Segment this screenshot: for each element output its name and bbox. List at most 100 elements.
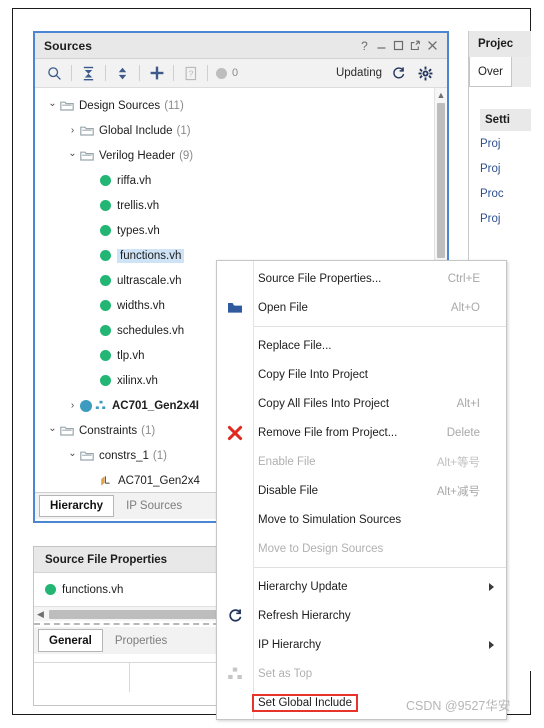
- toolbar-divider: [71, 65, 72, 81]
- tree-item-count: (11): [164, 99, 184, 112]
- tree-item-label: AC701_Gen2x4: [118, 474, 200, 487]
- svg-text:?: ?: [188, 68, 193, 78]
- menu-item-label: Hierarchy Update: [258, 580, 348, 593]
- refresh-icon[interactable]: [385, 62, 412, 85]
- properties-file-row[interactable]: functions.vh: [34, 573, 229, 606]
- menu-item-label: Enable File: [258, 455, 316, 468]
- hscrollbar-thumb[interactable]: [49, 610, 227, 619]
- scroll-left-arrow-icon[interactable]: ◀: [34, 609, 47, 620]
- tree-item-label: Global Include: [99, 124, 173, 137]
- collapse-all-icon[interactable]: [75, 62, 102, 85]
- refresh-icon: [217, 608, 253, 624]
- menu-item-move-to-design-sources: Move to Design Sources: [217, 534, 506, 563]
- file-status-dot-icon: [100, 350, 111, 361]
- menu-item-label: Disable File: [258, 484, 319, 497]
- tab-hierarchy[interactable]: Hierarchy: [39, 495, 115, 517]
- chevron-down-icon[interactable]: ⌄: [65, 448, 80, 459]
- toolbar-divider: [207, 65, 208, 81]
- menu-item-refresh-hierarchy[interactable]: Refresh Hierarchy: [217, 601, 506, 630]
- summary-line[interactable]: Proj: [469, 206, 531, 231]
- scroll-up-arrow-icon[interactable]: ▲: [435, 88, 447, 101]
- chevron-down-icon[interactable]: ⌄: [65, 148, 80, 159]
- search-icon[interactable]: [41, 62, 68, 85]
- summary-line[interactable]: Proj: [469, 156, 531, 181]
- menu-item-enable-file: Enable File Alt+等号: [217, 447, 506, 476]
- menu-item-copy-all-files-into-project[interactable]: Copy All Files Into Project Alt+I: [217, 389, 506, 418]
- tree-item[interactable]: riffa.vh: [35, 168, 434, 193]
- maximize-icon[interactable]: [390, 37, 407, 55]
- menu-item-copy-file-into-project[interactable]: Copy File Into Project: [217, 360, 506, 389]
- tree-item-label: widths.vh: [117, 299, 165, 312]
- chevron-right-icon[interactable]: ›: [65, 125, 80, 136]
- menu-item-move-to-simulation-sources[interactable]: Move to Simulation Sources: [217, 505, 506, 534]
- tree-item-label: trellis.vh: [117, 199, 160, 212]
- minimize-icon[interactable]: [373, 37, 390, 55]
- menu-item-disable-file[interactable]: Disable File Alt+减号: [217, 476, 506, 505]
- open-folder-icon: [217, 300, 253, 316]
- tree-item-label: schedules.vh: [117, 324, 185, 337]
- scrollbar-thumb[interactable]: [437, 103, 445, 258]
- submenu-arrow-icon: [489, 582, 494, 591]
- file-status-dot-icon: [100, 200, 111, 211]
- tree-item-label: xilinx.vh: [117, 374, 158, 387]
- properties-grid-col-name: [34, 663, 130, 692]
- tab-overview[interactable]: Over: [469, 57, 512, 87]
- panel-splitter[interactable]: [34, 623, 229, 625]
- add-sources-icon[interactable]: [143, 62, 170, 85]
- tab-ip-sources[interactable]: IP Sources: [116, 493, 192, 519]
- expand-collapse-icon[interactable]: [109, 62, 136, 85]
- toolbar-divider: [105, 65, 106, 81]
- menu-item-ip-hierarchy[interactable]: IP Hierarchy: [217, 630, 506, 659]
- menu-item-set-as-top: Set as Top: [217, 659, 506, 688]
- file-status-dot-icon: [100, 325, 111, 336]
- tree-item-label: Constraints: [79, 424, 138, 437]
- float-icon[interactable]: [407, 37, 424, 55]
- constraint-file-icon: [100, 475, 113, 487]
- chevron-down-icon[interactable]: ⌄: [45, 423, 60, 434]
- menu-item-source-file-properties[interactable]: Source File Properties... Ctrl+E: [217, 264, 506, 293]
- toolbar-divider: [139, 65, 140, 81]
- sources-toolbar: ? 0 Updating: [35, 59, 447, 88]
- menu-item-label: Set Global Include: [252, 693, 358, 712]
- menu-item-hierarchy-update[interactable]: Hierarchy Update: [217, 572, 506, 601]
- module-icon: [95, 400, 107, 412]
- issue-count: 0: [232, 67, 239, 79]
- chevron-right-icon[interactable]: ›: [65, 400, 80, 411]
- tree-item-label: tlp.vh: [117, 349, 145, 362]
- gear-icon[interactable]: [412, 62, 439, 85]
- file-status-dot-icon: [100, 375, 111, 386]
- menu-item-open-file[interactable]: Open File Alt+O: [217, 293, 506, 322]
- tree-item[interactable]: trellis.vh: [35, 193, 434, 218]
- summary-line[interactable]: Proj: [469, 131, 531, 156]
- source-file-properties-window: Source File Properties functions.vh ◀ Ge…: [33, 546, 230, 706]
- help-icon[interactable]: ?: [356, 37, 373, 55]
- menu-item-label: Move to Design Sources: [258, 542, 384, 555]
- properties-file-name: functions.vh: [62, 583, 124, 596]
- menu-separator: [253, 326, 506, 327]
- menu-item-label: Copy All Files Into Project: [258, 397, 390, 410]
- tree-item[interactable]: › Global Include (1): [35, 118, 434, 143]
- module-status-dot-icon: [80, 399, 92, 412]
- properties-horizontal-scrollbar[interactable]: ◀: [34, 606, 229, 621]
- source-file-context-menu[interactable]: Source File Properties... Ctrl+E Open File…: [216, 260, 507, 720]
- tree-item[interactable]: ⌄ Verilog Header (9): [35, 143, 434, 168]
- set-as-top-icon: [217, 666, 253, 682]
- screenshot-root: Projec Over Setti Proj Proj Proc Proj So…: [0, 0, 544, 728]
- chevron-down-icon[interactable]: ⌄: [45, 98, 60, 109]
- menu-item-remove-file-from-project[interactable]: Remove File from Project... Delete: [217, 418, 506, 447]
- updating-status-label: Updating: [335, 67, 382, 79]
- sources-window-title: Sources: [44, 38, 93, 53]
- summary-line[interactable]: Proc: [469, 181, 531, 206]
- menu-item-label: Source File Properties...: [258, 272, 382, 285]
- properties-window-title: Source File Properties: [34, 547, 229, 573]
- tree-item[interactable]: types.vh: [35, 218, 434, 243]
- tree-item[interactable]: ⌄ Design Sources (11): [35, 93, 434, 118]
- tab-general[interactable]: General: [38, 629, 103, 652]
- tree-item-label: Design Sources: [79, 99, 161, 112]
- menu-item-replace-file[interactable]: Replace File...: [217, 331, 506, 360]
- close-icon[interactable]: [424, 37, 441, 55]
- menu-item-label: Replace File...: [258, 339, 332, 352]
- report-icon[interactable]: ?: [177, 62, 204, 85]
- tab-properties[interactable]: Properties: [105, 627, 177, 654]
- file-status-dot-icon: [100, 175, 111, 186]
